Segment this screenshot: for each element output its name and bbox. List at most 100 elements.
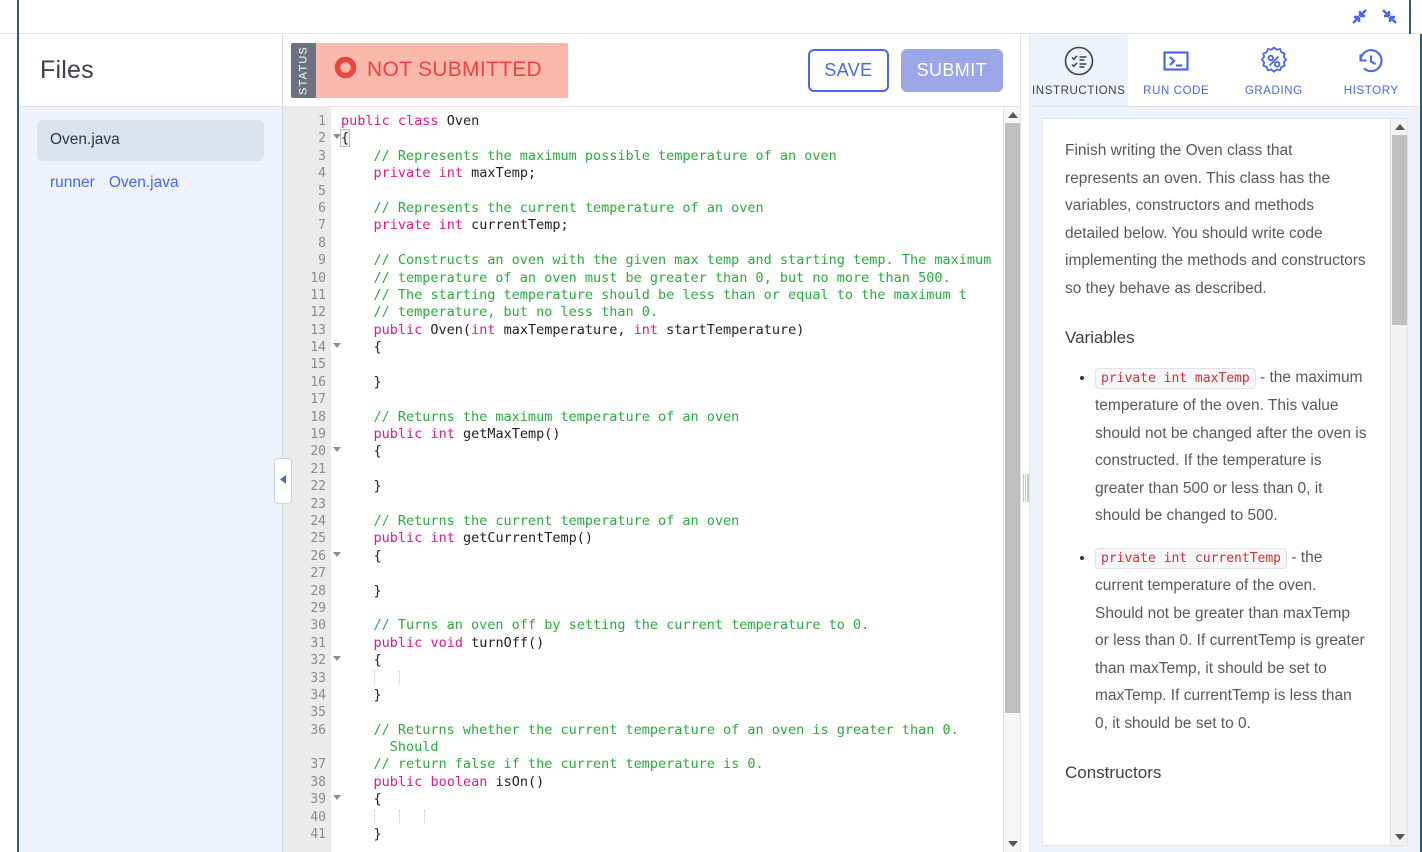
line-number: 6 [318, 200, 326, 216]
files-list: Oven.java runner Oven.java [19, 107, 282, 201]
terminal-icon [1159, 44, 1193, 81]
code-line: { [341, 791, 382, 808]
line-number: 4 [318, 166, 326, 182]
line-number: 12 [310, 305, 326, 321]
code-line: // Represents the current temperature of… [341, 199, 764, 216]
line-number: 7 [318, 218, 326, 234]
percent-badge-icon [1257, 44, 1291, 81]
line-number: 29 [310, 600, 326, 616]
code-line: // Represents the maximum possible tempe… [341, 147, 837, 164]
tab-history[interactable]: HISTORY [1323, 34, 1421, 106]
line-number: 36 [310, 722, 326, 738]
checklist-circle-icon [1062, 44, 1096, 81]
line-number: 28 [310, 583, 326, 599]
line-number: 32 [283, 652, 341, 669]
code-line [341, 670, 1020, 687]
collapse-files-panel-button[interactable] [274, 458, 292, 504]
line-number: 13 [310, 322, 326, 338]
code-editor[interactable]: 1 2 3 4 5 6 7 8 9 10 11 12 13 14 15 16 17 18 19 20 21 22 23 24 2… [283, 107, 1020, 852]
scroll-down-button[interactable] [1004, 836, 1020, 852]
line-number: 37 [310, 757, 326, 773]
line-number: 15 [310, 357, 326, 373]
code-line: } [341, 686, 382, 703]
code-line: // Turns an oven off by setting the curr… [341, 617, 870, 634]
instructions-scrollbar-vertical[interactable] [1390, 119, 1407, 845]
instructions-variables-heading: Variables [1065, 328, 1135, 347]
line-number: 41 [310, 827, 326, 843]
instructions-scrollbar-thumb[interactable] [1392, 135, 1407, 325]
file-item-runner-oven-java[interactable]: runner Oven.java [37, 165, 264, 201]
line-number: 10 [310, 270, 326, 286]
instructions-panel: INSTRUCTIONS RUN CODE GRADING HISTORY Fi… [1030, 34, 1422, 852]
code-line: } [341, 478, 382, 495]
code-line: Should [341, 739, 439, 756]
line-number: 39 [283, 791, 341, 808]
line-number: 14 [283, 339, 341, 356]
line-number: 34 [310, 687, 326, 703]
ide-window: Files Oven.java runner Oven.java STATUS … [0, 0, 1422, 852]
code-line: public Oven(int maxTemperature, int star… [373, 321, 805, 338]
code-line: } [341, 826, 382, 843]
line-number: 35 [310, 705, 326, 721]
tab-run-code-label: RUN CODE [1143, 84, 1210, 97]
code-line: // Constructs an oven with the given max… [341, 252, 992, 269]
line-number: 27 [310, 566, 326, 582]
window-controls [1348, 5, 1400, 27]
code-line: } [341, 373, 382, 390]
file-item-oven-java[interactable]: Oven.java [37, 120, 264, 161]
line-number: 11 [310, 287, 326, 303]
editor-scrollbar-vertical[interactable] [1003, 107, 1020, 852]
code-line: { [339, 129, 351, 148]
line-number: 1 [318, 114, 326, 129]
tab-instructions[interactable]: INSTRUCTIONS [1030, 34, 1128, 106]
circle-outline-icon [334, 56, 357, 84]
instructions-constructors-heading: Constructors [1065, 763, 1162, 782]
editor-toolbar: STATUS NOT SUBMITTED SAVE SUBMIT [283, 34, 1020, 107]
line-number: 26 [283, 548, 341, 565]
line-number: 19 [310, 427, 326, 443]
line-number-continuation [283, 739, 331, 756]
code-line: private int maxTemp; [373, 165, 537, 182]
code-line: // Returns the current temperature of an… [341, 512, 740, 529]
save-button[interactable]: SAVE [808, 48, 889, 92]
main-row: Files Oven.java runner Oven.java STATUS … [0, 34, 1422, 852]
instructions-scroll-up-button[interactable] [1391, 119, 1407, 135]
line-number: 31 [310, 635, 326, 651]
code-content[interactable]: public class Oven{ // Represents the max… [331, 107, 1020, 852]
clock-revert-icon [1354, 44, 1388, 81]
instructions-variables-list: private int maxTemp - the maximum temper… [1095, 364, 1368, 738]
files-title: Files [40, 55, 94, 84]
status-label: STATUS [291, 42, 316, 98]
editor-panel: STATUS NOT SUBMITTED SAVE SUBMIT 12 34 56 7… [283, 34, 1020, 852]
collapse-left-icon[interactable] [1348, 5, 1370, 27]
status-badge: STATUS NOT SUBMITTED [291, 42, 569, 98]
tab-grading-label: GRADING [1244, 84, 1303, 97]
variable-desc: - the maximum temperature of the oven. T… [1095, 368, 1367, 525]
file-item-label: Oven.java [50, 131, 120, 148]
code-line: { [341, 443, 382, 460]
code-line: // The starting temperature should be le… [341, 286, 967, 303]
variable-desc: - the current temperature of the oven. S… [1095, 548, 1365, 732]
tab-run-code[interactable]: RUN CODE [1128, 34, 1226, 106]
collapse-right-icon[interactable] [1378, 5, 1400, 27]
instructions-content-wrap: Finish writing the Oven class that repre… [1042, 118, 1408, 846]
editor-instructions-splitter[interactable] [1020, 34, 1030, 852]
tab-grading[interactable]: GRADING [1225, 34, 1323, 106]
instructions-scroll-down-button[interactable] [1391, 829, 1407, 845]
line-number: 16 [310, 374, 326, 390]
line-number: 9 [318, 253, 326, 269]
submit-button[interactable]: SUBMIT [900, 48, 1003, 92]
line-number: 17 [310, 392, 326, 408]
scroll-up-button[interactable] [1004, 107, 1020, 123]
line-number: 5 [318, 183, 326, 199]
editor-scrollbar-thumb[interactable] [1005, 123, 1020, 713]
chevron-left-icon [279, 472, 288, 490]
